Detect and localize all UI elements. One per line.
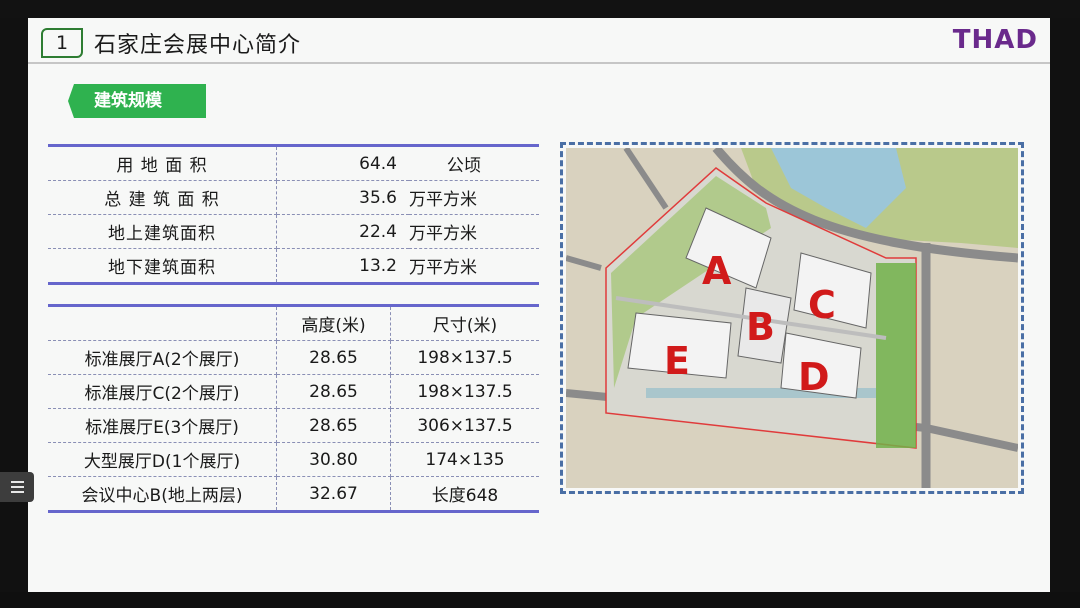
area-label: 地上建筑面积: [48, 214, 277, 249]
table-row: 用 地 面 积 64.4 公顷: [48, 145, 539, 181]
table-header-row: 高度(米) 尺寸(米): [48, 305, 539, 341]
hall-name: 大型展厅D(1个展厅): [48, 442, 277, 477]
hall-height: 28.65: [276, 408, 391, 443]
hall-size: 174×135: [390, 442, 539, 477]
area-value: 13.2: [359, 255, 397, 276]
slide-number-badge: 1: [41, 28, 83, 58]
hall-name: 标准展厅E(3个展厅): [48, 408, 277, 443]
area-unit: 万平方米: [409, 214, 539, 249]
table-row: 地下建筑面积 13.2 万平方米: [48, 248, 539, 284]
viewer-bottom-bar: [0, 592, 1080, 608]
area-unit-text: 公顷: [446, 156, 481, 176]
table-row: 大型展厅D(1个展厅) 30.80 174×135: [48, 442, 539, 477]
hall-height: 32.67: [276, 476, 391, 512]
header-divider: [28, 62, 1050, 64]
area-label: 用 地 面 积: [48, 145, 277, 181]
slide-title: 石家庄会展中心简介: [94, 33, 302, 58]
area-value: 64.4: [276, 145, 409, 181]
map-green-east: [876, 263, 916, 448]
list-menu-button[interactable]: [0, 472, 34, 502]
map-label-d: D: [798, 355, 830, 399]
hall-name: 标准展厅A(2个展厅): [48, 340, 277, 375]
table-row: 标准展厅A(2个展厅) 28.65 198×137.5: [48, 340, 539, 375]
site-plan-drawing: A B C D E: [566, 148, 1018, 488]
slide: 1 石家庄会展中心简介 THAD 建筑规模 用 地 面 积 64.4 公顷 总 …: [28, 18, 1050, 592]
hall-name: 标准展厅C(2个展厅): [48, 374, 277, 409]
table-row: 标准展厅C(2个展厅) 28.65 198×137.5: [48, 374, 539, 409]
map-label-b: B: [746, 305, 775, 349]
hall-size: 306×137.5: [390, 408, 539, 443]
area-table: 用 地 面 积 64.4 公顷 总 建 筑 面 积 35.6 万平方米 地上建筑…: [48, 144, 539, 285]
area-unit: 万平方米: [409, 180, 539, 215]
hall-size: 长度648: [431, 486, 499, 506]
section-tag: 建筑规模: [68, 84, 206, 118]
area-unit: 万平方米: [409, 258, 477, 278]
site-plan-image: A B C D E: [560, 142, 1024, 494]
table-row: 会议中心B(地上两层) 32.67 长度648: [48, 476, 539, 512]
hall-height: 28.65: [276, 374, 391, 409]
map-label-a: A: [702, 249, 732, 293]
brand-logo: THAD: [952, 25, 1038, 55]
hall-table: 高度(米) 尺寸(米) 标准展厅A(2个展厅) 28.65 198×137.5 …: [48, 304, 539, 513]
column-header: 尺寸(米): [390, 305, 539, 341]
column-header: 高度(米): [276, 305, 391, 341]
area-value: 35.6: [276, 180, 409, 215]
map-label-e: E: [664, 339, 690, 383]
hall-height: 28.65: [276, 340, 391, 375]
hall-size: 198×137.5: [390, 340, 539, 375]
area-unit: 公顷: [409, 145, 539, 181]
area-value: 22.4: [276, 214, 409, 249]
hall-size: 198×137.5: [390, 374, 539, 409]
map-label-c: C: [808, 283, 836, 327]
hall-name: 会议中心B(地上两层): [48, 476, 277, 512]
hall-height: 30.80: [276, 442, 391, 477]
column-header: [48, 305, 277, 341]
table-row: 地上建筑面积 22.4 万平方米: [48, 214, 539, 249]
area-label: 地下建筑面积: [48, 248, 277, 284]
area-label: 总 建 筑 面 积: [48, 180, 277, 215]
table-row: 标准展厅E(3个展厅) 28.65 306×137.5: [48, 408, 539, 443]
viewer-top-bar: [0, 0, 1080, 18]
table-row: 总 建 筑 面 积 35.6 万平方米: [48, 180, 539, 215]
